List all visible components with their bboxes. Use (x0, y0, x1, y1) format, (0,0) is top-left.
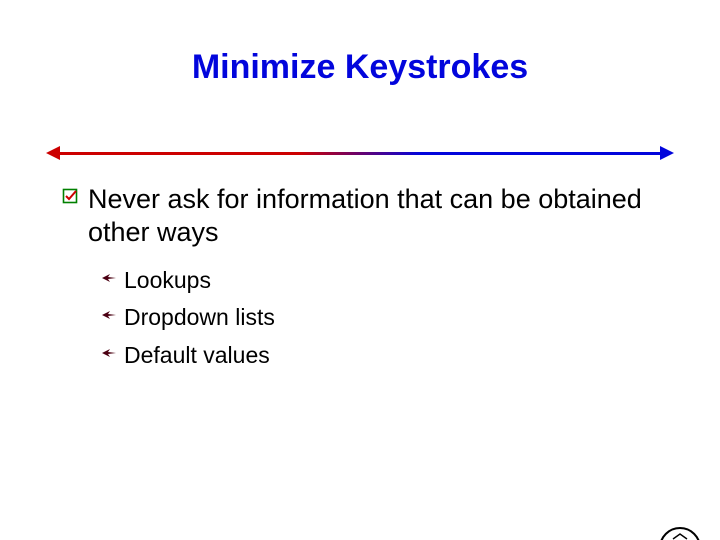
star-arrow-icon (102, 271, 116, 285)
divider-double-arrow (48, 148, 672, 160)
content-area: Never ask for information that can be ob… (62, 183, 670, 380)
sub-bullet-list: Lookups Dropdown lists Default values (102, 267, 670, 370)
bullet-level1-text: Never ask for information that can be ob… (88, 183, 670, 249)
bullet-level2-text: Dropdown lists (124, 304, 275, 332)
bullet-level2: Lookups (102, 267, 670, 295)
bullet-level1: Never ask for information that can be ob… (62, 183, 670, 249)
checkbox-checked-icon (62, 188, 78, 204)
bullet-level2: Default values (102, 342, 670, 370)
bullet-level2: Dropdown lists (102, 304, 670, 332)
star-arrow-icon (102, 346, 116, 360)
slide: Minimize Keystrokes Never ask for inform… (0, 48, 720, 540)
bullet-level2-text: Default values (124, 342, 270, 370)
wiley-logo: W (658, 526, 702, 540)
bullet-level2-text: Lookups (124, 267, 211, 295)
slide-title: Minimize Keystrokes (0, 48, 720, 87)
star-arrow-icon (102, 308, 116, 322)
